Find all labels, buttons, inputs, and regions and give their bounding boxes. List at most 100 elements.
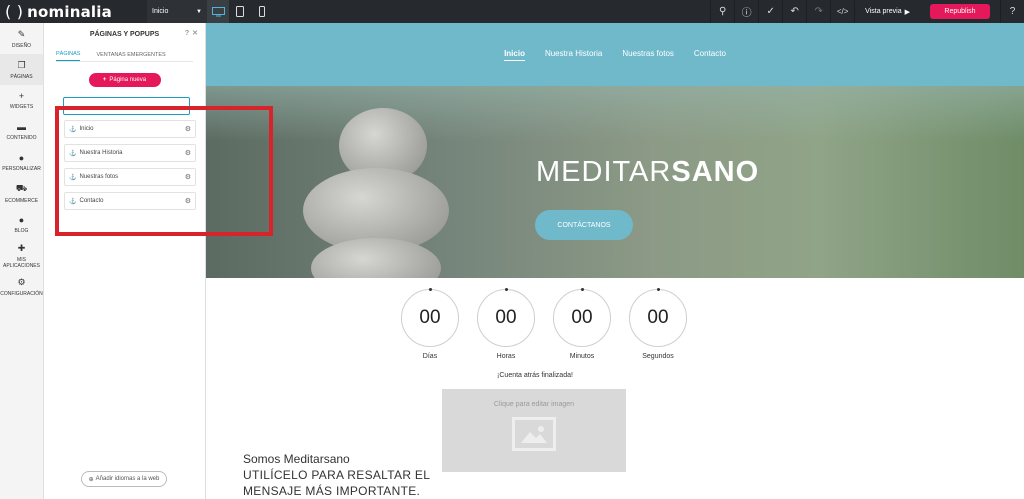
rail-label: DISEÑO <box>11 42 32 49</box>
section-body-text[interactable]: UTILÍCELO PARA RESALTAR EL MENSAJE MÁS I… <box>243 467 443 499</box>
brush-icon: ✎ <box>17 28 26 39</box>
logo-mark: ( ) <box>5 2 24 21</box>
redo-button[interactable]: ↷ <box>806 0 830 23</box>
tab-ventanas-emergentes[interactable]: VENTANAS EMERGENTES <box>96 52 165 61</box>
gear-icon: ⚙ <box>17 276 26 287</box>
mobile-icon <box>259 6 265 17</box>
search-button[interactable]: ⚲ <box>710 0 734 23</box>
person-icon: ● <box>18 153 25 163</box>
left-rail: ✎ DISEÑO ❐ PÁGINAS + WIDGETS ▬ CONTENIDO ● PE… <box>0 23 44 499</box>
page-select-dropdown[interactable]: Inicio ▼ <box>147 0 207 23</box>
preview-label: Vista previa <box>865 8 902 15</box>
countdown-label: Días <box>422 353 438 360</box>
toolbar-actions: ⚲ ⓘ ✓ ↶ ↷ </> Vista previa ▶ Republish ? <box>710 0 1024 23</box>
panel-actions: ?✕ <box>185 29 201 37</box>
rail-item-diseno[interactable]: ✎ DISEÑO <box>0 23 43 54</box>
desktop-view-button[interactable] <box>207 0 229 23</box>
nominalia-logo[interactable]: ( ) nominalia <box>0 2 145 21</box>
rail-item-blog[interactable]: ● BLOG <box>0 209 43 240</box>
image-placeholder-label: Clique para editar imagen <box>493 401 575 408</box>
panel-tabs: PÁGINAS VENTANAS EMERGENTES <box>56 46 193 62</box>
rail-label: CONTENIDO <box>6 135 37 141</box>
folder-icon: ▬ <box>17 122 26 132</box>
add-languages-button[interactable]: ⊕ Añadir idiomas a la web <box>81 471 167 487</box>
highlight-annotation-box <box>55 106 273 236</box>
site-nav-contacto[interactable]: Contacto <box>694 49 726 60</box>
undo-icon: ↶ <box>790 6 799 17</box>
play-icon: ▶ <box>904 8 910 16</box>
cart-icon: ⛟ <box>15 183 28 193</box>
rail-label: MIS APLICACIONES <box>3 256 40 269</box>
rail-item-contenido[interactable]: ▬ CONTENIDO <box>0 116 43 147</box>
rail-item-personalizar[interactable]: ● PERSONALIZAR <box>0 147 43 178</box>
countdown[interactable]: 00 Días 00 Horas 00 Minutos 00 Segundos <box>392 288 696 360</box>
chevron-down-icon: ▼ <box>196 8 202 15</box>
panel-header: PÁGINAS Y POPUPS ?✕ <box>44 23 205 46</box>
undo-button[interactable]: ↶ <box>782 0 806 23</box>
help-icon: ? <box>1009 6 1016 17</box>
rail-label: ECOMMERCE <box>4 198 39 204</box>
image-placeholder[interactable]: Clique para editar imagen <box>442 389 626 472</box>
countdown-value: 00 <box>477 288 535 347</box>
help-button[interactable]: ? <box>1000 0 1024 23</box>
hero-title: MEDITARSANO <box>536 156 759 189</box>
countdown-value: 00 <box>401 288 459 347</box>
rail-item-ecommerce[interactable]: ⛟ ECOMMERCE <box>0 178 43 209</box>
preview-button[interactable]: Vista previa ▶ <box>854 0 920 23</box>
info-button[interactable]: ⓘ <box>734 0 758 23</box>
rail-label: PERSONALIZAR <box>2 166 41 172</box>
rail-item-aplicaciones[interactable]: ✚ MIS APLICACIONES <box>0 240 43 271</box>
search-icon: ⚲ <box>718 6 727 17</box>
site-nav-nuestras-fotos[interactable]: Nuestras fotos <box>622 49 674 60</box>
countdown-label: Horas <box>496 353 516 360</box>
plus-icon: + <box>102 77 107 83</box>
tab-paginas[interactable]: PÁGINAS <box>56 51 81 61</box>
rail-label: BLOG <box>14 228 29 234</box>
countdown-days: 00 Días <box>392 288 468 360</box>
site-preview: Inicio Nuestra Historia Nuestras fotos C… <box>206 23 1024 499</box>
plus-icon: + <box>18 91 25 101</box>
logo-text: nominalia <box>27 2 112 21</box>
code-button[interactable]: </> <box>830 0 854 23</box>
republish-button[interactable]: Republish <box>930 4 990 19</box>
countdown-label: Minutos <box>569 353 595 360</box>
check-button[interactable]: ✓ <box>758 0 782 23</box>
hero-title-light: MEDITAR <box>536 156 672 188</box>
chat-icon: ● <box>18 215 25 225</box>
pages-panel: PÁGINAS Y POPUPS ?✕ PÁGINAS VENTANAS EME… <box>44 23 206 499</box>
rail-label: WIDGETS <box>9 104 34 110</box>
redo-icon: ↷ <box>814 6 823 17</box>
code-icon: </> <box>836 7 849 16</box>
hero-sky <box>206 86 1024 141</box>
tablet-icon <box>236 6 244 17</box>
site-nav-nuestra-historia[interactable]: Nuestra Historia <box>545 49 602 60</box>
countdown-minutes: 00 Minutos <box>544 288 620 360</box>
countdown-value: 00 <box>629 288 687 347</box>
countdown-seconds: 00 Segundos <box>620 288 696 360</box>
hero-title-bold: SANO <box>671 156 760 188</box>
rail-item-widgets[interactable]: + WIDGETS <box>0 85 43 116</box>
rail-item-configuracion[interactable]: ⚙ CONFIGURACIÓN <box>0 271 43 302</box>
panel-title: PÁGINAS Y POPUPS <box>89 31 160 38</box>
close-icon[interactable]: ✕ <box>192 30 201 37</box>
pages-icon: ❐ <box>17 59 26 70</box>
tablet-view-button[interactable] <box>229 0 251 23</box>
rail-item-paginas[interactable]: ❐ PÁGINAS <box>0 54 43 85</box>
puzzle-icon: ✚ <box>17 242 26 253</box>
section-heading[interactable]: Somos Meditarsano <box>243 451 350 467</box>
new-page-button[interactable]: + Página nueva <box>88 73 161 87</box>
rail-label: CONFIGURACIÓN <box>0 290 43 297</box>
contact-cta-button[interactable]: CONTÁCTANOS <box>535 210 633 240</box>
hero-section[interactable]: MEDITARSANO CONTÁCTANOS <box>206 86 1024 278</box>
add-languages-label: Añadir idiomas a la web <box>95 476 160 482</box>
countdown-finished-text: ¡Cuenta atrás finalizada! <box>497 372 573 379</box>
image-icon <box>512 417 556 451</box>
countdown-value: 00 <box>553 288 611 347</box>
info-icon: ⓘ <box>741 8 752 19</box>
site-nav-inicio[interactable]: Inicio <box>504 49 525 61</box>
image-glyph <box>521 426 547 443</box>
countdown-hours: 00 Horas <box>468 288 544 360</box>
page-select-value: Inicio <box>152 8 169 15</box>
mobile-view-button[interactable] <box>251 0 273 23</box>
site-nav: Inicio Nuestra Historia Nuestras fotos C… <box>206 23 1024 86</box>
